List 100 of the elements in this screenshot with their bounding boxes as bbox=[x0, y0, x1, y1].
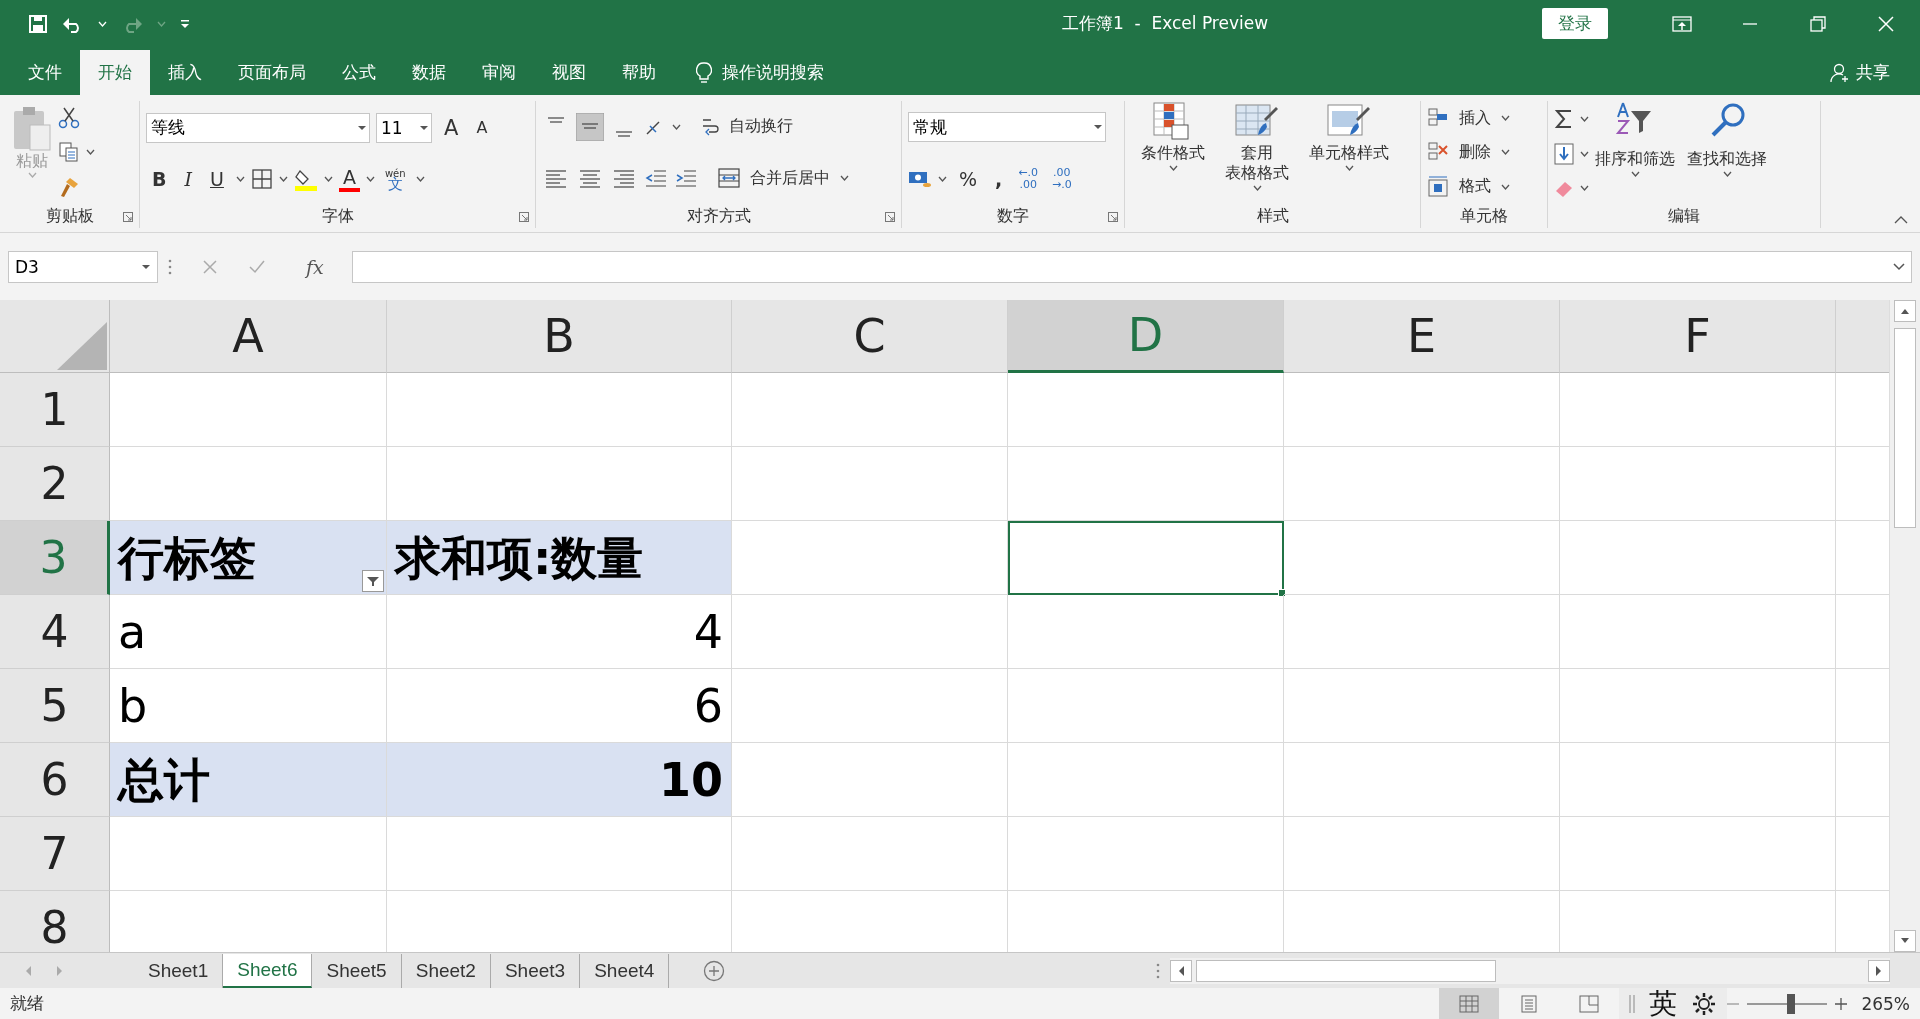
close-icon[interactable] bbox=[1876, 13, 1896, 34]
sum-icon[interactable] bbox=[1554, 107, 1574, 130]
share-button[interactable]: 共享 bbox=[1856, 61, 1890, 84]
wrap-text-button[interactable]: 自动换行 bbox=[725, 114, 797, 140]
merge-cells-icon[interactable] bbox=[718, 167, 740, 190]
caret-icon[interactable] bbox=[365, 176, 375, 183]
filter-button[interactable] bbox=[362, 570, 384, 592]
sheet-tab[interactable]: Sheet5 bbox=[312, 953, 402, 988]
format-button[interactable]: 格式 bbox=[1455, 174, 1495, 200]
shrink-font-button[interactable]: A bbox=[470, 116, 494, 140]
add-sheet-icon[interactable] bbox=[703, 959, 726, 982]
cut-icon[interactable] bbox=[58, 107, 80, 130]
table-cell[interactable] bbox=[1560, 447, 1836, 521]
format-painter-icon[interactable] bbox=[58, 175, 80, 198]
table-cell[interactable] bbox=[1560, 669, 1836, 743]
merge-center-button[interactable]: 合并后居中 bbox=[746, 165, 834, 191]
scroll-down-button[interactable] bbox=[1894, 930, 1916, 952]
table-cell[interactable] bbox=[1284, 743, 1560, 817]
caret-icon[interactable] bbox=[938, 175, 947, 182]
caret-icon[interactable] bbox=[840, 175, 849, 182]
table-cell[interactable] bbox=[732, 521, 1008, 595]
caret-icon[interactable] bbox=[672, 123, 681, 130]
table-cell[interactable]: 4 bbox=[387, 595, 732, 669]
person-add-icon[interactable] bbox=[1830, 62, 1850, 83]
active-cell[interactable] bbox=[1008, 521, 1284, 595]
sign-in-button[interactable]: 登录 bbox=[1542, 8, 1608, 39]
table-cell[interactable] bbox=[732, 447, 1008, 521]
table-cell[interactable] bbox=[387, 817, 732, 891]
underline-button[interactable]: U bbox=[204, 166, 230, 193]
phonetic-guide-button[interactable]: wén 文 bbox=[380, 166, 410, 193]
table-cell[interactable]: 总计 bbox=[110, 743, 387, 817]
caret-icon[interactable] bbox=[1722, 171, 1732, 177]
column-header[interactable]: B bbox=[387, 300, 732, 373]
font-name-field[interactable]: 等线 bbox=[146, 112, 370, 143]
page-break-icon[interactable] bbox=[1579, 994, 1600, 1013]
table-cell[interactable] bbox=[1560, 595, 1836, 669]
dialog-launcher-icon[interactable] bbox=[885, 212, 895, 222]
page-layout-icon[interactable] bbox=[1519, 994, 1540, 1013]
copy-icon[interactable] bbox=[58, 141, 80, 164]
table-cell[interactable] bbox=[1284, 447, 1560, 521]
caret-icon[interactable] bbox=[1501, 149, 1510, 156]
caret-icon[interactable] bbox=[1501, 115, 1510, 122]
ribbon-tab[interactable]: 公式 bbox=[324, 50, 394, 95]
scroll-right-button[interactable] bbox=[1868, 959, 1890, 982]
row-header[interactable]: 6 bbox=[0, 743, 110, 817]
table-cell[interactable] bbox=[1008, 595, 1284, 669]
formula-field[interactable] bbox=[351, 250, 1912, 283]
row-header[interactable]: 7 bbox=[0, 817, 110, 891]
dialog-launcher-icon[interactable] bbox=[123, 212, 133, 222]
table-cell[interactable]: 行标签 bbox=[110, 521, 387, 595]
table-cell[interactable] bbox=[1560, 743, 1836, 817]
increase-decimal-button[interactable]: ←.0 .00 bbox=[1014, 164, 1042, 193]
next-sheet-icon[interactable] bbox=[56, 964, 64, 977]
table-cell[interactable] bbox=[110, 373, 387, 447]
ribbon-display-icon[interactable] bbox=[1672, 13, 1692, 34]
expand-icon[interactable] bbox=[1893, 262, 1905, 271]
row-header[interactable]: 5 bbox=[0, 669, 110, 743]
prev-sheet-icon[interactable] bbox=[24, 964, 32, 977]
column-header[interactable]: D bbox=[1008, 300, 1284, 373]
number-format-field[interactable]: 常规 bbox=[908, 112, 1106, 143]
table-cell[interactable]: a bbox=[110, 595, 387, 669]
table-cell[interactable] bbox=[1284, 521, 1560, 595]
table-cell[interactable] bbox=[1008, 817, 1284, 891]
table-cell[interactable] bbox=[1284, 669, 1560, 743]
italic-button[interactable]: I bbox=[178, 166, 198, 193]
customize-caret-icon[interactable] bbox=[180, 18, 190, 29]
column-header[interactable]: A bbox=[110, 300, 387, 373]
ribbon-tab[interactable]: 插入 bbox=[150, 50, 220, 95]
middle-align-icon[interactable] bbox=[576, 112, 604, 141]
font-size-field[interactable]: 11 bbox=[376, 112, 432, 143]
table-cell[interactable] bbox=[1560, 817, 1836, 891]
fill-down-icon[interactable] bbox=[1554, 142, 1574, 165]
insert-function-button[interactable]: fx bbox=[296, 255, 334, 278]
tell-me-search[interactable]: 操作说明搜索 bbox=[722, 61, 824, 84]
caret-icon[interactable] bbox=[278, 176, 288, 183]
zoom-in-icon[interactable] bbox=[1835, 997, 1848, 1010]
caret-icon[interactable] bbox=[1501, 183, 1510, 190]
font-color-button[interactable]: A bbox=[338, 166, 360, 193]
zoom-percentage[interactable]: 265% bbox=[1847, 993, 1920, 1014]
caret-icon[interactable] bbox=[415, 176, 425, 183]
table-cell[interactable] bbox=[1560, 373, 1836, 447]
dialog-launcher-icon[interactable] bbox=[519, 212, 529, 222]
scroll-left-button[interactable] bbox=[1170, 959, 1192, 982]
caret-icon[interactable] bbox=[1168, 165, 1178, 171]
column-header[interactable]: C bbox=[732, 300, 1008, 373]
table-cell[interactable] bbox=[1008, 373, 1284, 447]
sheet-tab[interactable]: Sheet2 bbox=[401, 953, 491, 988]
ribbon-tab[interactable]: 数据 bbox=[394, 50, 464, 95]
row-header[interactable]: 8 bbox=[0, 891, 110, 952]
dropdown-arrow-icon[interactable] bbox=[141, 263, 151, 270]
ribbon-tab[interactable]: 审阅 bbox=[464, 50, 534, 95]
cell-styles-button[interactable]: 单元格样式 bbox=[1303, 141, 1395, 165]
decrease-decimal-button[interactable]: .00 →.0 bbox=[1048, 164, 1076, 193]
save-icon[interactable] bbox=[28, 13, 48, 34]
table-cell[interactable]: 10 bbox=[387, 743, 732, 817]
table-cell[interactable] bbox=[732, 595, 1008, 669]
caret-icon[interactable] bbox=[1580, 115, 1589, 122]
table-cell[interactable] bbox=[1284, 595, 1560, 669]
find-select-button[interactable]: 查找和选择 bbox=[1681, 147, 1773, 171]
bold-button[interactable]: B bbox=[146, 166, 173, 193]
